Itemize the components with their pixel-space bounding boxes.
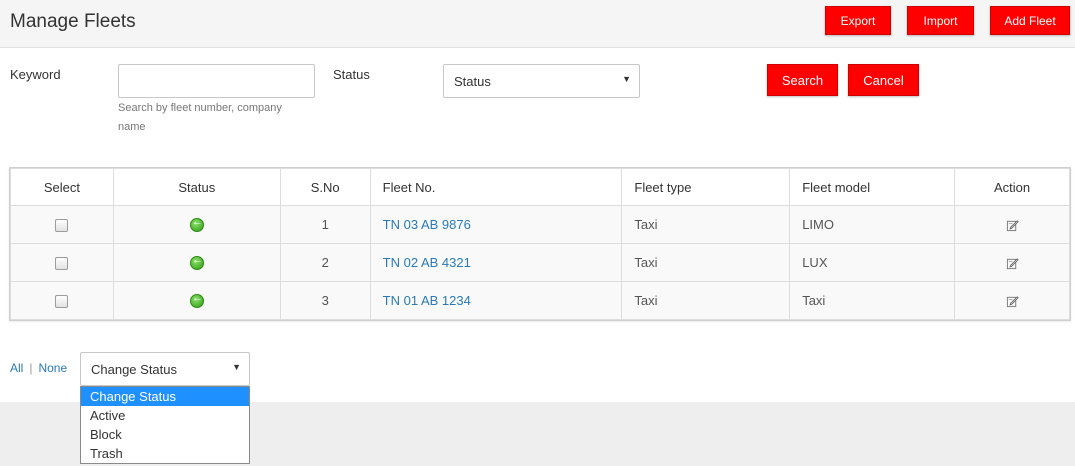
- option-change-status[interactable]: Change Status: [81, 387, 249, 406]
- row-fleet-model: Taxi: [789, 281, 956, 320]
- row-sno: 3: [279, 281, 371, 320]
- edit-icon[interactable]: [1006, 295, 1019, 308]
- row-fleet-type: Taxi: [621, 205, 791, 244]
- bulk-select-links: All | None: [10, 361, 67, 375]
- header-select: Select: [10, 168, 114, 206]
- caret-down-icon: ▼: [622, 74, 631, 84]
- table-row: 1 TN 03 AB 9876 Taxi LIMO: [10, 205, 1070, 244]
- header-sno: S.No: [279, 168, 371, 206]
- link-separator: |: [29, 361, 33, 375]
- select-none-link[interactable]: None: [38, 361, 67, 375]
- header-status: Status: [112, 168, 281, 206]
- page-title: Manage Fleets: [10, 11, 136, 32]
- status-filter-label: Status: [333, 67, 370, 82]
- table-header-row: Select Status S.No Fleet No. Fleet type …: [10, 168, 1070, 206]
- table-row: 2 TN 02 AB 4321 Taxi LUX: [10, 243, 1070, 282]
- page-content: Manage Fleets Export Import Add Fleet Ke…: [0, 0, 1075, 402]
- select-all-link[interactable]: All: [10, 361, 23, 375]
- option-active[interactable]: Active: [81, 406, 249, 425]
- caret-down-icon: ▼: [232, 362, 241, 372]
- search-button[interactable]: Search: [767, 64, 838, 96]
- option-block[interactable]: Block: [81, 425, 249, 444]
- edit-icon[interactable]: [1006, 219, 1019, 232]
- row-fleet-type: Taxi: [621, 281, 791, 320]
- change-status-select[interactable]: Change Status ▼: [80, 352, 250, 386]
- header-action: Action: [954, 168, 1070, 206]
- page-header: Manage Fleets Export Import Add Fleet: [0, 0, 1075, 48]
- active-status-icon[interactable]: [189, 292, 204, 309]
- header-fleet-type: Fleet type: [621, 168, 791, 206]
- active-status-icon[interactable]: [189, 254, 204, 271]
- table-row: 3 TN 01 AB 1234 Taxi Taxi: [10, 281, 1070, 320]
- change-status-value: Change Status: [91, 362, 178, 377]
- row-select-checkbox[interactable]: [55, 219, 69, 233]
- import-button[interactable]: Import: [907, 6, 974, 35]
- row-select-checkbox[interactable]: [55, 257, 69, 271]
- status-filter-select[interactable]: Status ▼: [443, 64, 640, 98]
- status-filter-value: Status: [454, 74, 491, 89]
- export-button[interactable]: Export: [825, 6, 891, 35]
- row-sno: 2: [279, 243, 371, 282]
- row-select-checkbox[interactable]: [55, 295, 69, 309]
- header-fleet-no: Fleet No.: [369, 168, 623, 206]
- row-fleet-model: LIMO: [789, 205, 956, 244]
- keyword-help-text: Search by fleet number, company name: [118, 102, 282, 133]
- header-fleet-model: Fleet model: [789, 168, 956, 206]
- cancel-button[interactable]: Cancel: [848, 64, 919, 96]
- keyword-input[interactable]: [118, 64, 315, 98]
- option-trash[interactable]: Trash: [81, 444, 249, 463]
- fleet-number-link[interactable]: TN 03 AB 9876: [383, 217, 471, 232]
- keyword-label: Keyword: [10, 67, 61, 82]
- row-fleet-type: Taxi: [621, 243, 791, 282]
- row-fleet-model: LUX: [789, 243, 956, 282]
- row-sno: 1: [279, 205, 371, 244]
- fleet-number-link[interactable]: TN 01 AB 1234: [383, 293, 471, 308]
- active-status-icon[interactable]: [189, 216, 204, 233]
- fleet-table: Select Status S.No Fleet No. Fleet type …: [10, 168, 1070, 320]
- change-status-dropdown-list: Change Status Active Block Trash: [80, 386, 250, 464]
- edit-icon[interactable]: [1006, 257, 1019, 270]
- add-fleet-button[interactable]: Add Fleet: [990, 6, 1070, 35]
- fleet-number-link[interactable]: TN 02 AB 4321: [383, 255, 471, 270]
